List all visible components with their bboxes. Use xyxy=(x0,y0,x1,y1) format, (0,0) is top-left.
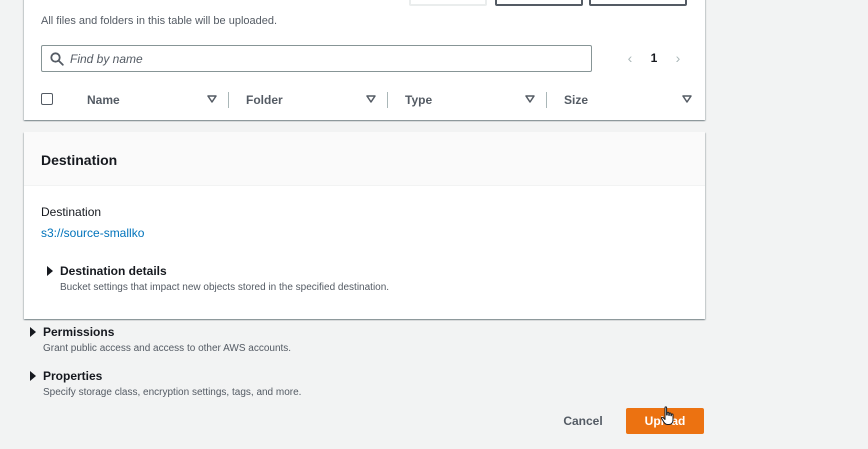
destination-details-description: Bucket settings that impact new objects … xyxy=(60,282,390,293)
caret-down-icon[interactable] xyxy=(682,93,692,105)
destination-details-title[interactable]: Destination details xyxy=(60,264,167,278)
chevron-left-icon[interactable]: ‹ xyxy=(624,51,636,65)
properties-title[interactable]: Properties xyxy=(43,369,102,383)
properties-expander[interactable]: Properties Specify storage class, encryp… xyxy=(29,369,429,401)
chevron-right-icon[interactable]: › xyxy=(672,51,684,65)
column-divider xyxy=(546,90,547,112)
destination-title: Destination xyxy=(41,152,118,168)
divider xyxy=(387,92,388,108)
column-divider xyxy=(228,90,229,112)
files-table-panel: All files and folders in this table will… xyxy=(24,0,705,120)
permissions-description: Grant public access and access to other … xyxy=(43,343,292,354)
caret-down-icon[interactable] xyxy=(525,93,535,105)
permissions-title[interactable]: Permissions xyxy=(43,325,114,339)
column-name[interactable]: Name xyxy=(87,90,217,112)
caret-right-icon xyxy=(30,371,36,381)
column-size[interactable]: Size xyxy=(564,90,692,112)
column-divider xyxy=(387,90,388,112)
upload-page: All files and folders in this table will… xyxy=(0,0,868,449)
caret-right-icon xyxy=(47,266,53,276)
destination-label: Destination xyxy=(41,205,102,219)
search-input[interactable] xyxy=(70,50,580,68)
caret-right-icon xyxy=(30,327,36,337)
select-all-checkbox[interactable] xyxy=(41,93,53,105)
caret-down-icon[interactable] xyxy=(366,93,376,105)
remove-button-partial[interactable] xyxy=(495,0,583,6)
page-number[interactable]: 1 xyxy=(648,51,660,65)
cancel-button[interactable]: Cancel xyxy=(553,410,613,432)
column-label: Folder xyxy=(246,93,283,107)
column-type[interactable]: Type xyxy=(405,90,535,112)
caret-down-icon[interactable] xyxy=(207,93,217,105)
add-files-button-partial[interactable] xyxy=(589,0,687,6)
divider xyxy=(546,92,547,108)
properties-description: Specify storage class, encryption settin… xyxy=(43,387,302,398)
column-label: Type xyxy=(405,93,433,107)
destination-header: Destination xyxy=(24,132,705,186)
pagination: ‹ 1 › xyxy=(624,50,684,68)
column-label: Name xyxy=(87,93,120,107)
top-button-partial[interactable] xyxy=(409,0,487,6)
divider xyxy=(228,92,229,108)
column-folder[interactable]: Folder xyxy=(246,90,376,112)
files-note: All files and folders in this table will… xyxy=(41,15,278,27)
table-header: Name Folder Type Size xyxy=(41,90,692,112)
permissions-expander[interactable]: Permissions Grant public access and acce… xyxy=(29,325,429,357)
destination-details-expander[interactable]: Destination details Bucket settings that… xyxy=(46,264,546,296)
destination-link[interactable]: s3://source-smallko xyxy=(41,226,144,240)
search-icon xyxy=(50,52,64,66)
search-field[interactable] xyxy=(41,45,592,72)
upload-button[interactable]: Upload xyxy=(626,408,704,434)
column-label: Size xyxy=(564,93,589,107)
